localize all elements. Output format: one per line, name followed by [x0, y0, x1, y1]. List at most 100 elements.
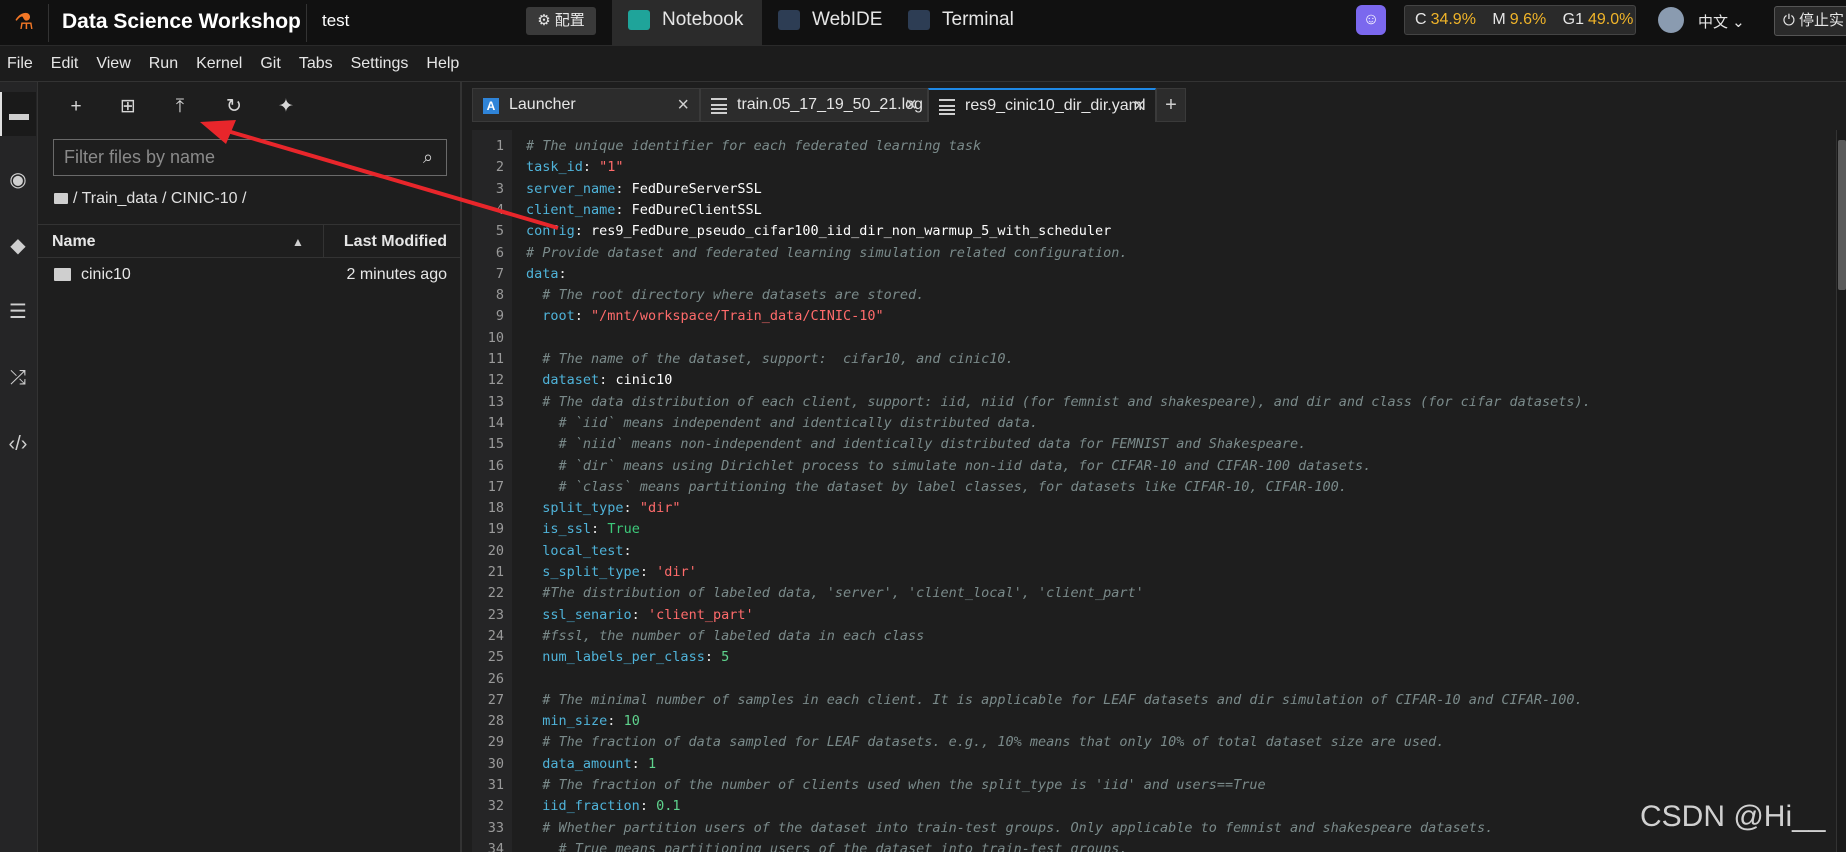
home-folder-icon[interactable] — [54, 193, 68, 204]
code-line[interactable]: data: — [526, 264, 567, 285]
code-line[interactable]: config: res9_FedDure_pseudo_cifar100_iid… — [526, 221, 1111, 242]
terminal-icon — [908, 10, 930, 30]
tab-notebook[interactable]: Notebook — [612, 0, 762, 46]
stop-instance-button[interactable]: ⏻ 停止实 — [1774, 6, 1846, 36]
tab-label: Launcher — [509, 96, 576, 113]
sort-ascending-icon[interactable]: ▲ — [292, 235, 304, 249]
vertical-scrollbar[interactable] — [1836, 130, 1846, 852]
line-number: 33 — [487, 819, 504, 836]
menu-tabs[interactable]: Tabs — [290, 46, 342, 82]
code-line[interactable]: iid_fraction: 0.1 — [526, 796, 680, 817]
code-line[interactable]: num_labels_per_class: 5 — [526, 647, 729, 668]
code-icon[interactable]: ‹/› — [0, 422, 36, 466]
code-token: True — [607, 521, 640, 538]
code-line[interactable]: # True means partitioning users of the d… — [526, 839, 1128, 852]
code-line[interactable]: # `class` means partitioning the dataset… — [526, 477, 1347, 498]
toc-icon[interactable]: ☰ — [0, 290, 36, 334]
git-icon[interactable]: ◆ — [0, 224, 36, 268]
list-item[interactable]: cinic10 2 minutes ago — [38, 260, 462, 290]
code-line[interactable]: # The name of the dataset, support: cifa… — [526, 349, 1013, 370]
code-line[interactable]: data_amount: 1 — [526, 754, 656, 775]
tab-log[interactable]: train.05_17_19_50_21.log × — [700, 88, 928, 122]
add-tab-button[interactable]: + — [1156, 88, 1186, 122]
code-line[interactable]: # The fraction of data sampled for LEAF … — [526, 732, 1444, 753]
code-token: : — [615, 201, 632, 218]
scrollbar-thumb[interactable] — [1838, 140, 1846, 290]
close-icon[interactable]: × — [1133, 90, 1145, 122]
code-line[interactable]: server_name: FedDureServerSSL — [526, 179, 762, 200]
code-token: FedDureServerSSL — [631, 180, 762, 197]
code-line[interactable]: local_test: — [526, 541, 631, 562]
close-icon[interactable]: × — [677, 89, 689, 121]
tab-launcher[interactable]: A Launcher × — [472, 88, 700, 122]
code-line[interactable]: # The fraction of the number of clients … — [526, 775, 1265, 796]
code-line[interactable]: split_type: "dir" — [526, 498, 680, 519]
file-filter[interactable]: ⌕ — [53, 139, 447, 176]
code-line[interactable]: client_name: FedDureClientSSL — [526, 200, 762, 221]
code-line[interactable]: task_id: "1" — [526, 157, 624, 178]
code-line[interactable]: # The data distribution of each client, … — [526, 392, 1591, 413]
menu-run[interactable]: Run — [140, 46, 187, 82]
menu-settings[interactable]: Settings — [342, 46, 418, 82]
code-line[interactable]: # `niid` means non-independent and ident… — [526, 434, 1307, 455]
menu-file[interactable]: File — [0, 46, 42, 82]
filter-input[interactable] — [54, 140, 394, 175]
code-line[interactable]: # Whether partition users of the dataset… — [526, 818, 1493, 839]
code-token: # The data distribution of each client, … — [526, 393, 1591, 410]
code-line[interactable]: s_split_type: 'dir' — [526, 562, 696, 583]
notebook-icon — [628, 10, 650, 30]
code-token: config — [526, 223, 575, 240]
upload-icon[interactable]: ⤒ — [166, 94, 194, 120]
code-line[interactable]: # `iid` means independent and identicall… — [526, 413, 1039, 434]
folder-icon[interactable]: ▬ — [0, 92, 36, 136]
app-logo-icon[interactable]: ⚗ — [10, 8, 38, 36]
code-line[interactable]: # The root directory where datasets are … — [526, 285, 924, 306]
code-line[interactable]: # The unique identifier for each federat… — [526, 136, 981, 157]
language-select[interactable]: 中文 ⌄ — [1698, 11, 1745, 32]
code-token: FedDureClientSSL — [631, 201, 762, 218]
extension-icon[interactable]: ⤮ — [0, 356, 36, 400]
code-line[interactable]: min_size: 10 — [526, 711, 640, 732]
column-name[interactable]: Name — [52, 233, 96, 251]
close-icon[interactable]: × — [905, 89, 917, 121]
breadcrumb[interactable]: / Train_data / CINIC-10 / — [54, 190, 246, 208]
tab-webide[interactable]: WebIDE — [762, 0, 892, 46]
avatar[interactable] — [1658, 7, 1684, 33]
refresh-icon[interactable]: ↻ — [220, 94, 248, 120]
line-number: 2 — [495, 159, 504, 176]
new-launcher-icon[interactable]: + — [62, 94, 90, 120]
code-editor[interactable]: 1 2 3 4 5 6 7 8 9 10 11 12 13 14 15 16 17 18 19 20 21 22 23 24 2… — [472, 130, 1846, 852]
code-line[interactable]: #fssl, the number of labeled data in eac… — [526, 626, 924, 647]
running-icon[interactable]: ◉ — [0, 158, 36, 202]
code-token: # The root directory where datasets are … — [526, 287, 925, 304]
code-line[interactable]: dataset: cinic10 — [526, 370, 672, 391]
git-clone-icon[interactable]: ✦ — [272, 94, 300, 120]
code-line[interactable]: # The minimal number of samples in each … — [526, 690, 1582, 711]
config-button[interactable]: ⚙ 配置 — [526, 7, 596, 35]
code-line[interactable]: ssl_senario: 'client_part' — [526, 605, 753, 626]
menu-edit[interactable]: Edit — [42, 46, 88, 82]
assistant-icon[interactable]: ☺ — [1356, 5, 1386, 35]
code-line[interactable]: is_ssl: True — [526, 519, 640, 540]
menu-kernel[interactable]: Kernel — [187, 46, 251, 82]
line-number: 1 — [495, 138, 504, 154]
new-folder-icon[interactable]: ⊞ — [114, 94, 142, 120]
tab-terminal[interactable]: Terminal — [892, 0, 1026, 46]
menu-git[interactable]: Git — [251, 46, 289, 82]
code-line[interactable]: # Provide dataset and federated learning… — [526, 243, 1127, 264]
breadcrumb-path[interactable]: / Train_data / CINIC-10 / — [73, 190, 246, 207]
tab-label: res9_cinic10_dir_dir.yaml — [965, 97, 1146, 114]
line-number: 9 — [495, 308, 504, 325]
tab-yaml[interactable]: res9_cinic10_dir_dir.yaml × — [928, 88, 1156, 122]
line-number: 15 — [487, 436, 504, 453]
line-number: 10 — [487, 329, 504, 346]
code-line[interactable]: root: "/mnt/workspace/Train_data/CINIC-1… — [526, 306, 883, 327]
code-token: 1 — [647, 755, 657, 772]
column-last-modified[interactable]: Last Modified — [344, 233, 447, 251]
menu-help[interactable]: Help — [417, 46, 468, 82]
code-token: # The unique identifier for each federat… — [526, 138, 982, 154]
menu-view[interactable]: View — [87, 46, 139, 82]
code-line[interactable]: # `dir` means using Dirichlet process to… — [526, 456, 1372, 477]
code-line[interactable]: #The distribution of labeled data, 'serv… — [526, 583, 1143, 604]
column-divider[interactable] — [323, 225, 324, 258]
